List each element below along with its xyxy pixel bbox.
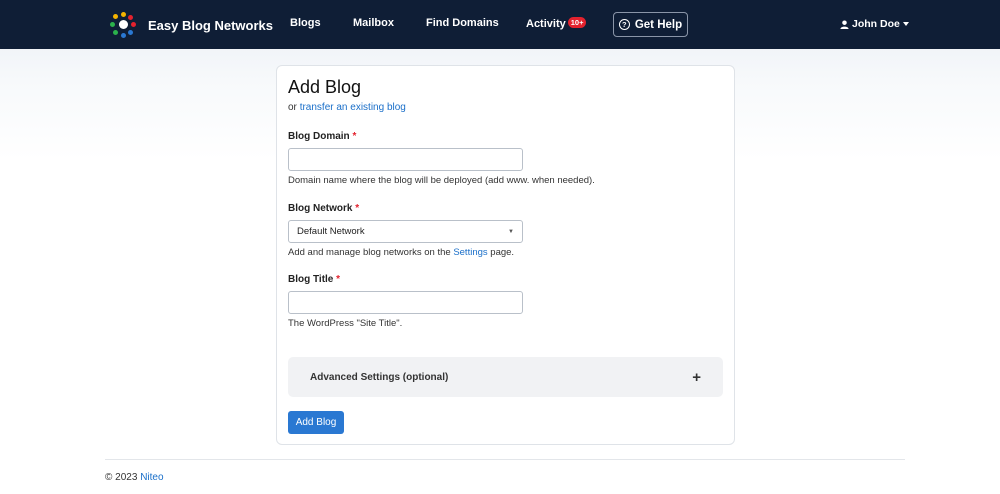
- blog-network-help: Add and manage blog networks on the Sett…: [288, 247, 514, 258]
- plus-icon: +: [692, 368, 701, 386]
- company-link[interactable]: Niteo: [140, 472, 163, 483]
- nav-activity-label: Activity: [526, 18, 566, 30]
- blog-network-label: Blog Network *: [288, 203, 359, 214]
- required-mark: *: [355, 203, 360, 214]
- transfer-blog-link[interactable]: transfer an existing blog: [300, 102, 406, 113]
- blog-title-label-text: Blog Title: [288, 274, 334, 285]
- nav-blogs[interactable]: Blogs: [290, 17, 321, 29]
- nav-find-domains[interactable]: Find Domains: [426, 17, 499, 29]
- blog-title-label: Blog Title *: [288, 274, 340, 285]
- footer-divider: [105, 459, 905, 460]
- network-help-suffix: page.: [490, 247, 515, 258]
- caret-down-icon: [902, 22, 909, 26]
- blog-network-selected: Default Network: [297, 226, 365, 237]
- get-help-button[interactable]: ? Get Help: [613, 12, 688, 37]
- transfer-prefix: or: [288, 102, 297, 113]
- add-blog-button[interactable]: Add Blog: [288, 411, 344, 434]
- brand-name: Easy Blog Networks: [148, 17, 273, 33]
- blog-domain-label: Blog Domain *: [288, 131, 356, 142]
- get-help-label: Get Help: [634, 18, 683, 31]
- select-arrow-icon: ▼: [508, 228, 514, 235]
- blog-domain-help: Domain name where the blog will be deplo…: [288, 175, 595, 186]
- nav-activity[interactable]: Activity 10+: [526, 17, 587, 30]
- question-icon: ?: [618, 19, 630, 30]
- blog-title-help: The WordPress "Site Title".: [288, 318, 403, 329]
- logo-icon: [109, 11, 137, 39]
- required-mark: *: [352, 131, 357, 142]
- settings-link[interactable]: Settings: [453, 247, 487, 258]
- footer: © 2023 Niteo: [105, 472, 164, 483]
- network-help-prefix: Add and manage blog networks on the: [288, 247, 451, 258]
- user-name: John Doe: [852, 18, 900, 30]
- transfer-line: or transfer an existing blog: [288, 102, 406, 113]
- page-title: Add Blog: [288, 77, 362, 97]
- blog-network-select[interactable]: Default Network ▼: [288, 220, 523, 243]
- required-mark: *: [336, 274, 341, 285]
- blog-title-input[interactable]: [288, 291, 523, 314]
- top-navbar: Easy Blog Networks Blogs Mailbox Find Do…: [0, 0, 1000, 49]
- activity-badge: 10+: [567, 17, 587, 28]
- blog-domain-input[interactable]: [288, 148, 523, 171]
- advanced-settings-label: Advanced Settings (optional): [310, 371, 449, 383]
- blog-network-label-text: Blog Network: [288, 203, 353, 214]
- blog-domain-label-text: Blog Domain: [288, 131, 350, 142]
- user-icon: [840, 19, 849, 29]
- nav-mailbox[interactable]: Mailbox: [353, 17, 394, 29]
- user-menu[interactable]: John Doe: [840, 18, 909, 30]
- advanced-settings-toggle[interactable]: Advanced Settings (optional) +: [288, 357, 723, 397]
- copyright: © 2023: [105, 472, 138, 483]
- brand[interactable]: Easy Blog Networks: [109, 11, 273, 39]
- add-blog-card: Add Blog or transfer an existing blog Bl…: [276, 65, 735, 445]
